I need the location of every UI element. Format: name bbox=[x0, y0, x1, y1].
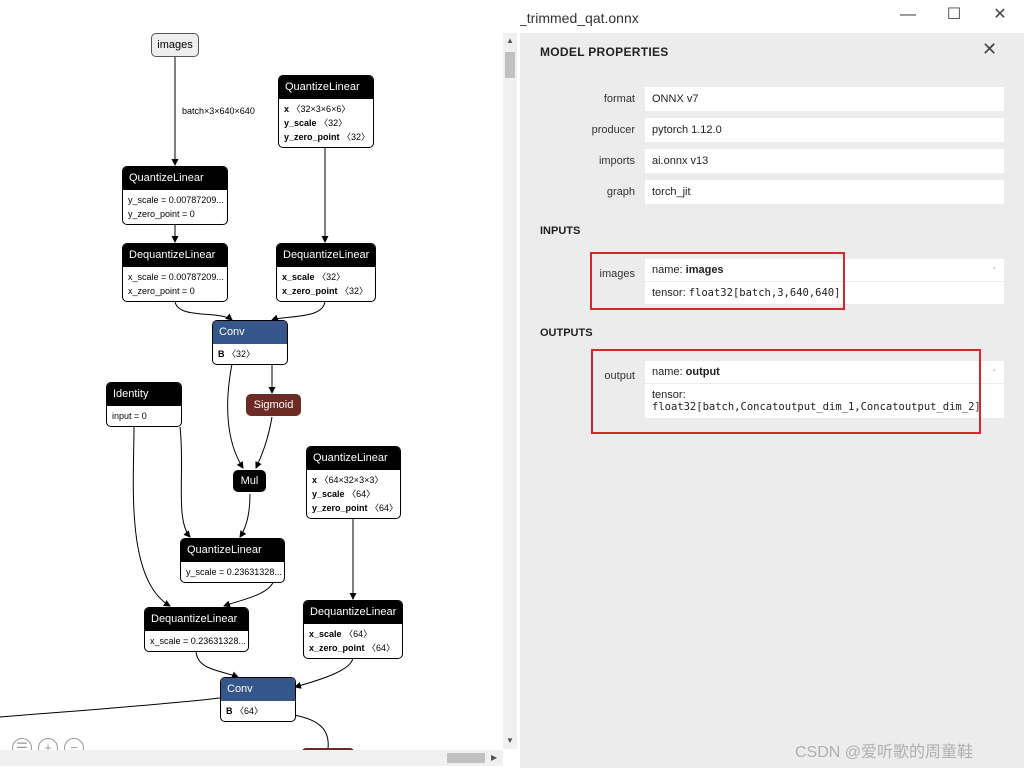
node-attr: x_zero_point = 0 bbox=[128, 286, 195, 296]
node-dequantizelinear-weight-1[interactable]: DequantizeLinear x_scale 〈32〉 x_zero_poi… bbox=[276, 243, 376, 302]
vertical-scrollbar[interactable]: ▲ ▼ bbox=[503, 33, 517, 749]
scrollbar-thumb[interactable] bbox=[447, 753, 485, 763]
close-panel-button[interactable]: ✕ bbox=[982, 39, 997, 60]
node-title: DequantizeLinear bbox=[145, 608, 248, 631]
node-title: QuantizeLinear bbox=[307, 447, 400, 470]
graph-input-images[interactable]: images bbox=[151, 33, 199, 57]
node-quantizelinear-input[interactable]: QuantizeLinear y_scale = 0.00787209... y_… bbox=[122, 166, 228, 225]
node-identity[interactable]: Identity input = 0 bbox=[106, 382, 182, 427]
attr-key: x_scale bbox=[282, 272, 315, 282]
property-row-graph: graph torch_jit bbox=[540, 180, 1004, 204]
node-attr: x_scale = 0.00787209... bbox=[128, 272, 224, 282]
node-attr: y_scale = 0.23631328... bbox=[186, 567, 282, 577]
attr-key: B bbox=[226, 706, 233, 716]
scroll-up-arrow-icon[interactable]: ▲ bbox=[506, 36, 514, 45]
attr-value: 〈32×3×6×6〉 bbox=[291, 104, 351, 114]
node-title: DequantizeLinear bbox=[123, 244, 227, 267]
property-label: producer bbox=[591, 124, 635, 136]
node-dequantizelinear-input[interactable]: DequantizeLinear x_scale = 0.00787209...… bbox=[122, 243, 228, 302]
horizontal-scrollbar[interactable]: ▶ bbox=[0, 750, 503, 766]
property-label: imports bbox=[598, 155, 635, 167]
node-conv-1[interactable]: Conv B 〈32〉 bbox=[212, 320, 288, 365]
node-title: QuantizeLinear bbox=[279, 76, 373, 99]
node-title: QuantizeLinear bbox=[181, 539, 284, 562]
node-quantizelinear-weight-2[interactable]: QuantizeLinear x 〈64×32×3×3〉 y_scale 〈64… bbox=[306, 446, 401, 519]
maximize-button[interactable]: ☐ bbox=[942, 6, 966, 24]
attr-value: 〈32〉 bbox=[342, 132, 371, 142]
attr-value: 〈64×32×3×3〉 bbox=[319, 475, 384, 485]
highlight-box-input bbox=[590, 252, 845, 310]
attr-key: x_zero_point bbox=[282, 286, 338, 296]
attr-key: x_zero_point bbox=[309, 643, 365, 653]
node-title: DequantizeLinear bbox=[277, 244, 375, 267]
node-title: Conv bbox=[213, 321, 287, 344]
node-title: DequantizeLinear bbox=[304, 601, 402, 624]
property-value[interactable]: torch_jit bbox=[645, 180, 1004, 204]
model-properties-panel: MODEL PROPERTIES ✕ format ONNX v7 produc… bbox=[520, 33, 1024, 768]
graph-edges bbox=[0, 56, 357, 750]
attr-value: 〈32〉 bbox=[317, 272, 346, 282]
attr-key: x bbox=[284, 104, 290, 114]
attr-value: 〈64〉 bbox=[347, 489, 376, 499]
attr-value: 〈64〉 bbox=[370, 503, 399, 513]
node-title: Identity bbox=[107, 383, 181, 406]
property-value[interactable]: ONNX v7 bbox=[645, 87, 1004, 111]
node-quantizelinear-weight-1[interactable]: QuantizeLinear x 〈32×3×6×6〉 y_scale 〈32〉… bbox=[278, 75, 374, 148]
attr-key: y_zero_point bbox=[284, 132, 340, 142]
minimize-button[interactable]: — bbox=[896, 6, 920, 24]
node-attr: y_zero_point = 0 bbox=[128, 209, 195, 219]
node-quantizelinear-2[interactable]: QuantizeLinear y_scale = 0.23631328... bbox=[180, 538, 285, 583]
attr-key: y_zero_point bbox=[312, 503, 368, 513]
property-label: graph bbox=[606, 186, 635, 198]
highlight-box-output bbox=[591, 349, 981, 434]
scroll-right-arrow-icon[interactable]: ▶ bbox=[491, 753, 497, 762]
inputs-header: INPUTS bbox=[540, 225, 581, 237]
attr-value: 〈32〉 bbox=[319, 118, 348, 128]
property-row-producer: producer pytorch 1.12.0 bbox=[540, 118, 1004, 142]
node-title: QuantizeLinear bbox=[123, 167, 227, 190]
attr-key: y_scale bbox=[312, 489, 345, 499]
node-dequantizelinear-2[interactable]: DequantizeLinear x_scale = 0.23631328... bbox=[144, 607, 249, 652]
property-row-format: format ONNX v7 bbox=[540, 87, 1004, 111]
property-row-imports: imports ai.onnx v13 bbox=[540, 149, 1004, 173]
property-label: format bbox=[603, 93, 635, 105]
graph-canvas[interactable]: images batch×3×640×640 QuantizeLinear y_… bbox=[0, 0, 520, 768]
edge-shape-label: batch×3×640×640 bbox=[182, 106, 255, 116]
node-attr: x_scale = 0.23631328... bbox=[150, 636, 246, 646]
node-conv-2[interactable]: Conv B 〈64〉 bbox=[220, 677, 296, 722]
scroll-down-arrow-icon[interactable]: ▼ bbox=[506, 736, 514, 745]
property-value[interactable]: ai.onnx v13 bbox=[645, 149, 1004, 173]
node-title: Conv bbox=[221, 678, 295, 701]
scrollbar-thumb[interactable] bbox=[505, 52, 515, 78]
attr-key: B bbox=[218, 349, 225, 359]
node-mul[interactable]: Mul bbox=[233, 470, 266, 492]
property-value[interactable]: pytorch 1.12.0 bbox=[645, 118, 1004, 142]
panel-title: MODEL PROPERTIES bbox=[540, 45, 669, 59]
expand-toggle[interactable]: - bbox=[993, 263, 996, 274]
close-window-button[interactable]: ✕ bbox=[988, 6, 1012, 24]
expand-toggle[interactable]: - bbox=[993, 365, 996, 376]
node-attr: input = 0 bbox=[112, 411, 147, 421]
attr-key: y_scale bbox=[284, 118, 317, 128]
node-sigmoid[interactable]: Sigmoid bbox=[246, 394, 301, 416]
attr-value: 〈64〉 bbox=[367, 643, 396, 653]
node-dequantizelinear-weight-2[interactable]: DequantizeLinear x_scale 〈64〉 x_zero_poi… bbox=[303, 600, 403, 659]
attr-value: 〈32〉 bbox=[340, 286, 369, 296]
attr-value: 〈64〉 bbox=[344, 629, 373, 639]
outputs-header: OUTPUTS bbox=[540, 327, 593, 339]
attr-value: 〈64〉 bbox=[235, 706, 264, 716]
attr-value: 〈32〉 bbox=[227, 349, 256, 359]
attr-key: x bbox=[312, 475, 318, 485]
attr-key: x_scale bbox=[309, 629, 342, 639]
node-attr: y_scale = 0.00787209... bbox=[128, 195, 224, 205]
watermark: CSDN @爱听歌的周童鞋 bbox=[795, 744, 974, 761]
